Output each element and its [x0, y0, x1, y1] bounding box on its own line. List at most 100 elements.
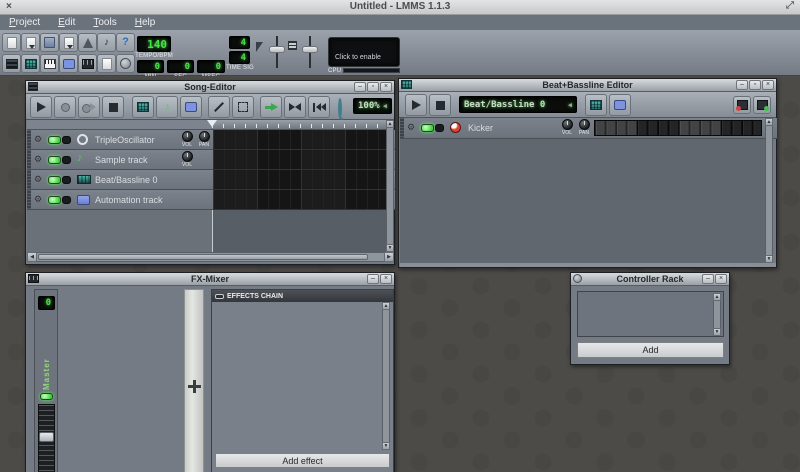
toggle-bb-editor-button[interactable] [21, 54, 40, 73]
output-visualizer[interactable]: Click to enable [328, 37, 400, 67]
scroll-down-icon[interactable]: ▼ [382, 442, 390, 450]
track-segment-area[interactable] [213, 190, 387, 210]
record-button[interactable] [54, 96, 76, 118]
bb-editor-maximize-button[interactable]: ▫ [749, 80, 761, 90]
menu-edit[interactable]: Edit [49, 17, 84, 28]
song-editor-close-button[interactable]: × [380, 82, 392, 92]
track-volume-knob[interactable]: VOL [179, 131, 195, 148]
bb-add-bb-track-button[interactable] [585, 94, 607, 116]
track-grabber[interactable] [27, 190, 31, 209]
solo-led[interactable] [62, 196, 71, 204]
draw-mode-button[interactable] [208, 96, 230, 118]
menu-project[interactable]: Project [0, 17, 49, 28]
song-editor-titlebar[interactable]: Song-Editor – ▫ × [26, 81, 394, 94]
scroll-left-icon[interactable]: ◀ [27, 252, 37, 262]
add-bb-track-button[interactable] [132, 96, 154, 118]
horizontal-scroll-thumb[interactable] [38, 254, 368, 260]
stop-button[interactable] [102, 96, 124, 118]
song-editor-maximize-button[interactable]: ▫ [367, 82, 379, 92]
scroll-up-icon[interactable]: ▲ [382, 302, 390, 310]
scroll-down-icon[interactable]: ▼ [713, 328, 721, 336]
effects-scrollbar[interactable]: ▲ ▼ [382, 302, 390, 450]
track-grabber[interactable] [27, 150, 31, 169]
toggle-piano-roll-button[interactable] [40, 54, 59, 73]
record-while-playing-button[interactable] [78, 96, 100, 118]
scroll-down-icon[interactable]: ▼ [765, 255, 773, 263]
bb-editor-titlebar[interactable]: Beat+Bassline Editor – ▫ × [399, 79, 776, 92]
scroll-up-icon[interactable]: ▲ [765, 118, 773, 126]
master-pitch-slider[interactable] [302, 46, 318, 53]
master-volume-slider[interactable] [269, 46, 285, 53]
zoom-dropdown-arrow-icon[interactable]: ◀ [383, 102, 387, 110]
solo-led[interactable] [62, 156, 71, 164]
instrument-pan-knob[interactable]: PAN [576, 119, 592, 136]
jump-to-playback-button[interactable] [284, 96, 306, 118]
edit-mode-button[interactable] [232, 96, 254, 118]
toggle-song-editor-button[interactable] [2, 54, 21, 73]
scroll-right-icon[interactable]: ▶ [384, 252, 394, 262]
track-segment-area[interactable] [213, 130, 387, 150]
add-controller-button[interactable]: Add [577, 342, 724, 358]
track-name[interactable]: TripleOscillator [95, 135, 155, 145]
track-mute-solo[interactable] [48, 136, 72, 144]
scroll-up-icon[interactable]: ▲ [386, 120, 394, 128]
metronome-button[interactable]: ♪ [97, 33, 116, 52]
bb-editor-minimize-button[interactable]: – [736, 80, 748, 90]
playhead-marker[interactable] [207, 120, 217, 127]
tempo-lcd[interactable]: 140 [137, 36, 171, 52]
controller-rack-close-button[interactable]: × [715, 274, 727, 284]
bb-play-button[interactable] [405, 94, 427, 116]
toggle-automation-editor-button[interactable] [59, 54, 78, 73]
new-project-button[interactable] [2, 33, 21, 52]
bb-stop-button[interactable] [429, 94, 451, 116]
track-name[interactable]: Beat/Bassline 0 [95, 175, 158, 185]
timesig-denominator-lcd[interactable]: 4 [229, 51, 250, 64]
track-mute-solo[interactable] [48, 176, 72, 184]
track-volume-knob[interactable]: VOL [179, 151, 195, 168]
rewind-button[interactable] [308, 96, 330, 118]
bb-vertical-scrollbar[interactable]: ▲ ▼ [765, 118, 773, 263]
song-editor-vertical-scrollbar[interactable]: ▲ ▼ [386, 120, 394, 252]
mute-led[interactable] [48, 156, 61, 164]
mute-led[interactable] [48, 196, 61, 204]
menu-help[interactable]: Help [126, 17, 165, 28]
bb-add-automation-track-button[interactable] [609, 94, 631, 116]
export-project-button[interactable] [59, 33, 78, 52]
solo-led[interactable] [62, 136, 71, 144]
zoom-selector[interactable]: 100% ◀ [353, 98, 392, 114]
play-button[interactable] [30, 96, 52, 118]
scroll-down-icon[interactable]: ▼ [386, 244, 394, 252]
solo-led[interactable] [62, 176, 71, 184]
add-steps-button[interactable] [753, 96, 771, 114]
track-pan-knob[interactable]: PAN [196, 131, 212, 148]
track-gear-icon[interactable]: ⚙ [34, 175, 42, 184]
add-effect-button[interactable]: Add effect [215, 453, 390, 468]
save-project-button[interactable] [40, 33, 59, 52]
fx-mixer-close-button[interactable]: × [380, 274, 392, 284]
pattern-dropdown-arrow-icon[interactable]: ◀ [568, 101, 572, 109]
controller-rack-minimize-button[interactable]: – [702, 274, 714, 284]
help-button[interactable]: ? [116, 33, 135, 52]
add-automation-track-button[interactable] [180, 96, 202, 118]
song-editor-horizontal-scrollbar[interactable]: ◀ ▶ [27, 252, 394, 262]
scroll-up-icon[interactable]: ▲ [713, 293, 721, 301]
bb-editor-close-button[interactable]: × [762, 80, 774, 90]
mute-led[interactable] [421, 124, 434, 132]
track-gear-icon[interactable]: ⚙ [34, 195, 42, 204]
channel-fader-handle[interactable] [39, 432, 54, 442]
track-gear-icon[interactable]: ⚙ [407, 123, 415, 132]
instrument-name[interactable]: Kicker [468, 123, 493, 133]
track-name[interactable]: Sample track [95, 155, 148, 165]
track-gear-icon[interactable]: ⚙ [34, 135, 42, 144]
pattern-selector[interactable]: Beat/Bassline 0 ◀ [459, 96, 577, 113]
solo-led[interactable] [435, 124, 444, 132]
track-segment-area[interactable] [213, 150, 387, 170]
fx-mixer-minimize-button[interactable]: – [367, 274, 379, 284]
channel-mute-led[interactable] [40, 393, 53, 400]
master-channel-strip[interactable]: 0 Master [34, 289, 58, 472]
track-mute-solo[interactable] [421, 124, 445, 132]
instrument-volume-knob[interactable]: VOL [559, 119, 575, 136]
effects-enable-led[interactable] [215, 294, 224, 299]
timesig-numerator-lcd[interactable]: 4 [229, 36, 250, 49]
track-gear-icon[interactable]: ⚙ [34, 155, 42, 164]
